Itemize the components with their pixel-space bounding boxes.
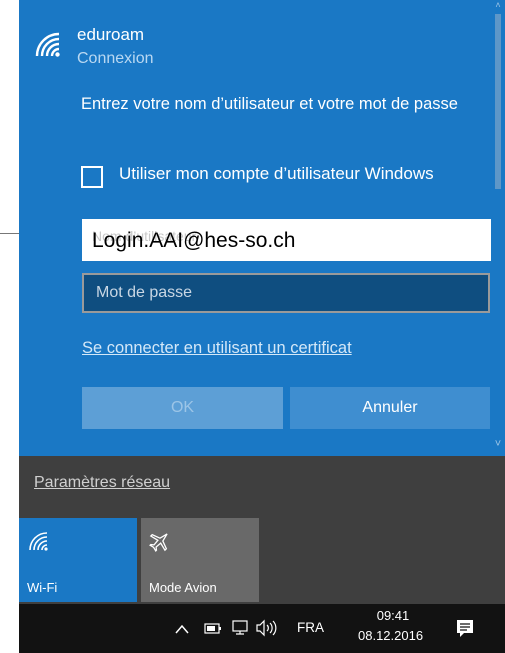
airplane-mode-tile[interactable]: Mode Avion bbox=[141, 518, 259, 602]
clock-time[interactable]: 09:41 bbox=[358, 608, 428, 623]
password-input[interactable]: Mot de passe bbox=[82, 273, 490, 313]
panel-scrollbar[interactable]: ˄ ˅ bbox=[491, 0, 505, 456]
action-center-icon[interactable] bbox=[456, 619, 474, 639]
wifi-tile-label: Wi-Fi bbox=[27, 580, 58, 595]
taskbar: FRA 09:41 08.12.2016 bbox=[19, 604, 505, 653]
windows-account-checkbox-row[interactable]: Utiliser mon compte d’utilisateur Window… bbox=[81, 162, 491, 212]
airplane-tile-label: Mode Avion bbox=[149, 580, 217, 595]
cancel-button[interactable]: Annuler bbox=[290, 387, 490, 429]
username-value: Login.AAI@hes-so.ch bbox=[92, 229, 296, 252]
ok-button[interactable]: OK bbox=[82, 387, 283, 429]
volume-icon[interactable] bbox=[255, 619, 281, 637]
network-flyout-footer: Paramètres réseau Wi-Fi Mode Avion bbox=[19, 456, 505, 604]
clock-date[interactable]: 08.12.2016 bbox=[358, 628, 438, 643]
airplane-icon bbox=[149, 533, 168, 552]
username-input[interactable]: Nom d’utilisateur Login.AAI@hes-so.ch bbox=[82, 219, 491, 261]
network-header: eduroam Connexion bbox=[33, 24, 493, 74]
network-settings-link[interactable]: Paramètres réseau bbox=[34, 474, 170, 492]
scroll-down-icon[interactable]: ˅ bbox=[491, 438, 505, 452]
battery-icon[interactable] bbox=[204, 621, 222, 635]
dash-mark bbox=[0, 233, 19, 234]
network-icon[interactable] bbox=[231, 620, 249, 636]
network-name: eduroam bbox=[77, 25, 145, 44]
windows-account-checkbox-label[interactable]: Utiliser mon compte d’utilisateur Window… bbox=[119, 162, 479, 186]
scroll-up-icon[interactable]: ˄ bbox=[491, 0, 505, 12]
certificate-login-link[interactable]: Se connecter en utilisant un certificat bbox=[82, 339, 352, 358]
show-hidden-icons-chevron-icon[interactable] bbox=[174, 622, 190, 636]
windows-account-checkbox[interactable] bbox=[81, 166, 103, 188]
network-status: Connexion bbox=[77, 50, 154, 67]
scroll-thumb[interactable] bbox=[495, 14, 501, 189]
credentials-instruction: Entrez votre nom d’utilisateur et votre … bbox=[81, 95, 458, 113]
wifi-signal-icon bbox=[35, 32, 60, 57]
input-language[interactable]: FRA bbox=[297, 620, 324, 635]
password-placeholder: Mot de passe bbox=[96, 284, 193, 301]
wifi-icon bbox=[29, 532, 48, 551]
wifi-tile[interactable]: Wi-Fi bbox=[19, 518, 137, 602]
